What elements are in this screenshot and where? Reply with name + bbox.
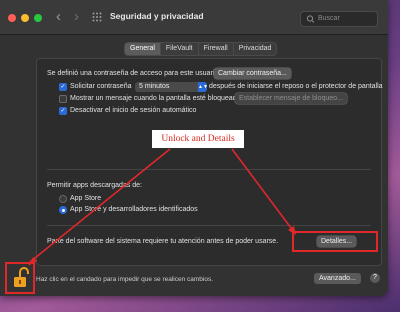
- section-divider: [47, 169, 371, 170]
- require-password-delay-select[interactable]: 5 minutos ▲▼: [135, 82, 208, 92]
- details-highlight-box: [292, 231, 378, 252]
- forward-arrow-icon[interactable]: ›: [74, 9, 79, 25]
- disable-autologin-checkbox[interactable]: ✓: [59, 107, 67, 115]
- title-bar: ‹ › Seguridad y privacidad Buscar: [0, 0, 388, 35]
- downloads-heading: Permitir apps descargadas de:: [47, 182, 142, 189]
- annotation-label: Unlock and Details: [152, 130, 244, 148]
- lock-message-checkbox[interactable]: [59, 95, 67, 103]
- tab-privacidad[interactable]: Privacidad: [232, 43, 277, 55]
- tab-general[interactable]: General: [125, 43, 160, 55]
- disable-autologin-label: Desactivar el inicio de sesión automátic…: [70, 107, 197, 114]
- search-field[interactable]: Buscar: [300, 11, 378, 27]
- radio-app-store-label: App Store: [70, 195, 102, 202]
- minimize-button[interactable]: [21, 14, 29, 22]
- tab-bar: General FileVault Firewall Privacidad: [124, 42, 278, 56]
- window-title: Seguridad y privacidad: [110, 11, 204, 21]
- advanced-button[interactable]: Avanzado...: [314, 273, 361, 284]
- require-password-label: Solicitar contraseña: [70, 83, 132, 90]
- help-button[interactable]: ?: [370, 273, 380, 283]
- search-icon: [306, 15, 315, 23]
- require-password-delay-value: 5 minutos: [139, 83, 170, 90]
- section-divider: [47, 225, 371, 226]
- preferences-window: ‹ › Seguridad y privacidad Buscar Genera…: [0, 0, 388, 296]
- tab-filevault[interactable]: FileVault: [159, 43, 198, 55]
- unlocked-padlock-icon[interactable]: [10, 266, 32, 290]
- back-arrow-icon[interactable]: ‹: [56, 9, 61, 25]
- password-intro-text: Se definió una contraseña de acceso para…: [47, 70, 219, 77]
- change-password-button[interactable]: Cambiar contraseña...: [214, 68, 291, 79]
- lock-message-label: Mostrar un mensaje cuando la pantalla es…: [70, 95, 241, 102]
- chevron-updown-icon: ▲▼: [198, 82, 208, 92]
- require-password-suffix: después de iniciarse el reposo o el prot…: [209, 83, 383, 90]
- lock-footer-text: Haz clic en el candado para impedir que …: [36, 276, 214, 283]
- radio-app-store[interactable]: [59, 195, 67, 203]
- radio-app-store-identified-label: App Store y desarrolladores identificado…: [70, 206, 198, 213]
- tab-firewall[interactable]: Firewall: [197, 43, 233, 55]
- show-all-grid-icon[interactable]: [92, 12, 102, 22]
- require-password-checkbox[interactable]: ✓: [59, 83, 67, 91]
- radio-app-store-identified[interactable]: [59, 206, 67, 214]
- search-placeholder: Buscar: [318, 15, 340, 22]
- zoom-button[interactable]: [34, 14, 42, 22]
- set-lock-message-button[interactable]: Establecer mensaje de bloqueo...: [235, 93, 347, 104]
- system-software-notice: Parte del software del sistema requiere …: [47, 238, 279, 245]
- close-button[interactable]: [8, 14, 16, 22]
